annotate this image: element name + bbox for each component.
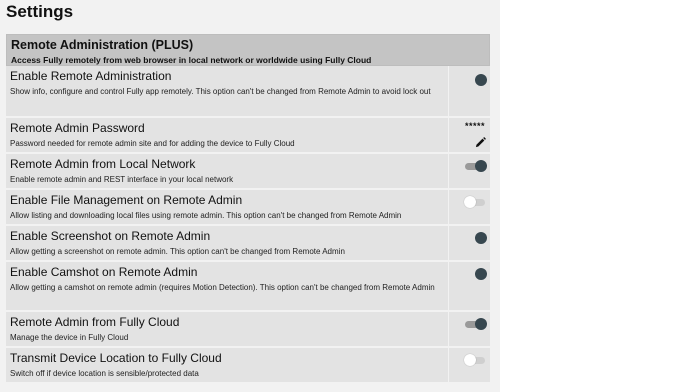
section-subtitle: Access Fully remotely from web browser i… [11, 55, 372, 65]
settings-list: Enable Remote Administration Show info, … [6, 66, 490, 384]
setting-title: Remote Admin Password [10, 121, 145, 135]
setting-title: Remote Admin from Local Network [10, 157, 196, 171]
setting-control [448, 348, 490, 382]
setting-control [448, 190, 490, 224]
setting-screenshot[interactable]: Enable Screenshot on Remote Admin Allow … [6, 226, 490, 262]
setting-camshot[interactable]: Enable Camshot on Remote Admin Allow get… [6, 262, 490, 312]
setting-device-location[interactable]: Transmit Device Location to Fully Cloud … [6, 348, 490, 384]
fully-cloud-toggle[interactable] [465, 318, 487, 330]
screenshot-switch[interactable] [475, 232, 487, 244]
setting-description: Switch off if device location is sensibl… [10, 369, 199, 378]
section-title: Remote Administration (PLUS) [11, 38, 194, 52]
setting-title: Enable File Management on Remote Admin [10, 193, 243, 207]
setting-control [448, 154, 490, 188]
section-header: Remote Administration (PLUS) Access Full… [6, 34, 490, 66]
setting-description: Allow getting a camshot on remote admin … [10, 283, 435, 292]
setting-control [448, 312, 490, 346]
setting-control: ***** [448, 118, 490, 152]
setting-description: Allow getting a screenshot on remote adm… [10, 247, 345, 256]
setting-control [448, 66, 490, 116]
settings-panel: Settings Remote Administration (PLUS) Ac… [0, 0, 500, 392]
setting-local-network[interactable]: Remote Admin from Local Network Enable r… [6, 154, 490, 190]
setting-description: Enable remote admin and REST interface i… [10, 175, 234, 184]
file-management-toggle[interactable] [464, 196, 487, 208]
setting-enable-remote-admin[interactable]: Enable Remote Administration Show info, … [6, 66, 490, 118]
page-title: Settings [6, 2, 74, 21]
setting-title: Enable Camshot on Remote Admin [10, 265, 198, 279]
password-value: ***** [464, 121, 485, 131]
setting-description: Allow listing and downloading local file… [10, 211, 402, 220]
device-location-toggle[interactable] [464, 354, 487, 366]
setting-fully-cloud[interactable]: Remote Admin from Fully Cloud Manage the… [6, 312, 490, 348]
setting-description: Show info, configure and control Fully a… [10, 87, 431, 96]
camshot-switch[interactable] [475, 268, 487, 280]
setting-title: Enable Screenshot on Remote Admin [10, 229, 211, 243]
pencil-icon[interactable] [475, 137, 486, 148]
setting-control [448, 226, 490, 260]
setting-description: Manage the device in Fully Cloud [10, 333, 129, 342]
setting-title: Enable Remote Administration [10, 69, 172, 83]
setting-title: Transmit Device Location to Fully Cloud [10, 351, 222, 365]
setting-file-management[interactable]: Enable File Management on Remote Admin A… [6, 190, 490, 226]
local-network-toggle[interactable] [465, 160, 487, 172]
enable-remote-admin-switch[interactable] [475, 74, 487, 86]
setting-remote-admin-password[interactable]: Remote Admin Password Password needed fo… [6, 118, 490, 154]
setting-title: Remote Admin from Fully Cloud [10, 315, 180, 329]
setting-control [448, 262, 490, 310]
setting-description: Password needed for remote admin site an… [10, 139, 295, 148]
